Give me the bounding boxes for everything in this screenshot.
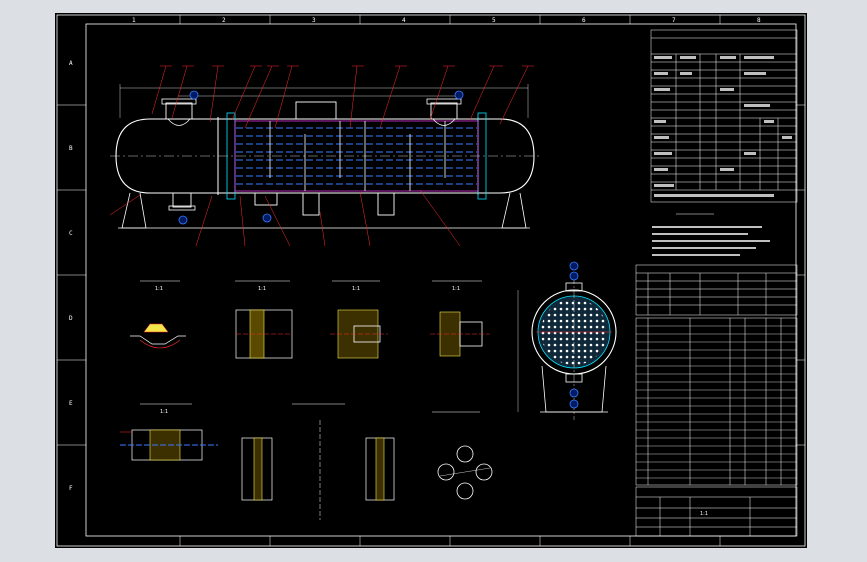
- detail-b-scale: 1:1: [258, 286, 266, 292]
- cad-viewport[interactable]: 1 2 3 4 5 6 7 8 A B C D E F 1:1 1:1 1:1 1:1 1:1…: [0, 0, 867, 562]
- svg-text:A: A: [69, 60, 73, 67]
- detail-d-scale: 1:1: [452, 286, 460, 292]
- svg-text:B: B: [69, 145, 73, 152]
- svg-text:D: D: [69, 315, 73, 322]
- svg-text:4: 4: [402, 17, 406, 24]
- svg-text:C: C: [69, 230, 73, 237]
- detail-c-scale: 1:1: [352, 286, 360, 292]
- svg-text:8: 8: [757, 17, 761, 24]
- detail-a-scale: 1:1: [155, 286, 163, 292]
- title-block-scale: 1:1: [700, 511, 708, 517]
- svg-text:6: 6: [582, 17, 586, 24]
- svg-text:E: E: [69, 400, 73, 407]
- detail-e-scale: 1:1: [160, 409, 168, 415]
- cad-drawing-canvas[interactable]: 1 2 3 4 5 6 7 8 A B C D E F 1:1 1:1 1:1 1:1 1:1…: [0, 0, 867, 562]
- svg-text:1: 1: [132, 17, 136, 24]
- drawing-sheet: [55, 13, 807, 548]
- svg-text:3: 3: [312, 17, 316, 24]
- svg-text:F: F: [69, 485, 73, 492]
- svg-text:7: 7: [672, 17, 676, 24]
- svg-text:5: 5: [492, 17, 496, 24]
- svg-text:2: 2: [222, 17, 226, 24]
